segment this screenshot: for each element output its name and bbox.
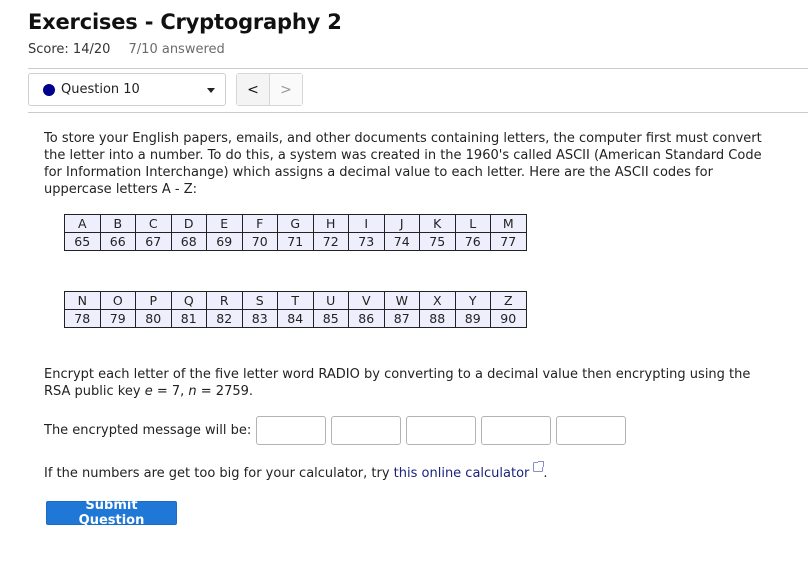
ascii-cell: 74 [383,232,420,251]
answer-input-5[interactable] [556,416,627,445]
ascii-cell: M [490,214,527,233]
answer-input-3[interactable] [406,416,477,445]
ascii-cell: 65 [64,232,101,251]
ascii-cell: 84 [277,309,314,328]
ascii-cell: R [206,291,243,310]
ascii-cell: I [348,214,385,233]
ascii-cell: F [241,214,278,233]
ascii-cell: D [170,214,207,233]
ascii-cell: 89 [454,309,491,328]
question-intro: To store your English papers, emails, an… [44,131,762,197]
score-line: Score: 14/20 7/10 answered [28,42,225,57]
ascii-cell: 68 [170,232,207,251]
value-e: = 7, [152,384,189,399]
chevron-right-icon: > [280,81,292,98]
ascii-letters-row: ABCDEFGHIJKLM [64,214,527,233]
ascii-letters-row: NOPQRSTUVWXYZ [64,291,527,310]
ascii-cell: 79 [99,309,136,328]
online-calculator-link[interactable]: this online calculator [394,466,530,481]
ascii-cell: 83 [241,309,278,328]
answer-row: The encrypted message will be: [44,415,631,446]
ascii-cell: J [383,214,420,233]
ascii-cell: 87 [383,309,420,328]
ascii-cell: B [99,214,136,233]
next-question-button[interactable]: > [270,74,302,105]
question-status-dot-icon [43,84,55,96]
ascii-cell: E [206,214,243,233]
ascii-codes-row: 78 79 80 81 82 83 84 85 86 87 88 89 90 [64,309,527,328]
ascii-cell: 75 [419,232,456,251]
ascii-cell: C [135,214,172,233]
submit-question-button[interactable]: Submit Question [46,498,177,528]
ascii-cell: 72 [312,232,349,251]
ascii-cell: 90 [490,309,527,328]
answer-label: The encrypted message will be: [44,423,252,438]
previous-question-button[interactable]: < [237,74,270,105]
ascii-cell: N [64,291,101,310]
ascii-cell: O [99,291,136,310]
ascii-cell: 67 [135,232,172,251]
caret-down-icon [207,88,215,93]
ascii-cell: U [312,291,349,310]
ascii-cell: Q [170,291,207,310]
ascii-cell: 80 [135,309,172,328]
ascii-cell: 73 [348,232,385,251]
question-select[interactable]: Question 10 [28,73,226,106]
score-text: Score: 14/20 [28,42,111,57]
ascii-codes-row: 65 66 67 68 69 70 71 72 73 74 75 76 77 [64,232,527,251]
page-title: Exercises - Cryptography 2 [28,10,342,34]
ascii-cell: T [277,291,314,310]
ascii-cell: 88 [419,309,456,328]
ascii-cell: Z [490,291,527,310]
answer-input-2[interactable] [331,416,402,445]
ascii-cell: L [454,214,491,233]
ascii-cell: G [277,214,314,233]
ascii-cell: W [383,291,420,310]
calculator-hint: If the numbers are get too big for your … [44,461,548,482]
ascii-cell: V [348,291,385,310]
ascii-cell: A [64,214,101,233]
ascii-table-a-m: ABCDEFGHIJKLM 65 66 67 68 69 70 71 72 73 74 75 76 77 [64,214,527,251]
ascii-cell: Y [454,291,491,310]
answered-count: 7/10 answered [128,42,225,57]
ascii-cell: P [135,291,172,310]
ascii-cell: K [419,214,456,233]
question-select-label: Question 10 [61,82,140,97]
variable-e: e [144,384,153,399]
ascii-cell: H [312,214,349,233]
question-instruction: Encrypt each letter of the five letter w… [44,366,764,400]
ascii-cell: 81 [170,309,207,328]
ascii-cell: 71 [277,232,314,251]
ascii-cell: 78 [64,309,101,328]
ascii-cell: 77 [490,232,527,251]
external-link-icon [533,461,545,472]
divider-top [28,68,808,69]
ascii-cell: 70 [241,232,278,251]
ascii-cell: 85 [312,309,349,328]
chevron-left-icon: < [247,81,259,98]
value-n: = 2759. [196,384,254,399]
ascii-table-n-z: NOPQRSTUVWXYZ 78 79 80 81 82 83 84 85 86 87 88 89 90 [64,291,527,328]
divider-bottom [28,112,808,113]
ascii-cell: 76 [454,232,491,251]
answer-input-4[interactable] [481,416,552,445]
ascii-cell: 69 [206,232,243,251]
variable-n: n [188,384,197,399]
ascii-cell: X [419,291,456,310]
ascii-cell: 86 [348,309,385,328]
hint-text: If the numbers are get too big for your … [44,466,394,481]
ascii-cell: 82 [206,309,243,328]
answer-input-1[interactable] [256,416,327,445]
ascii-cell: S [241,291,278,310]
ascii-cell: 66 [99,232,136,251]
question-nav: < > [236,73,303,106]
hint-period: . [543,466,548,481]
